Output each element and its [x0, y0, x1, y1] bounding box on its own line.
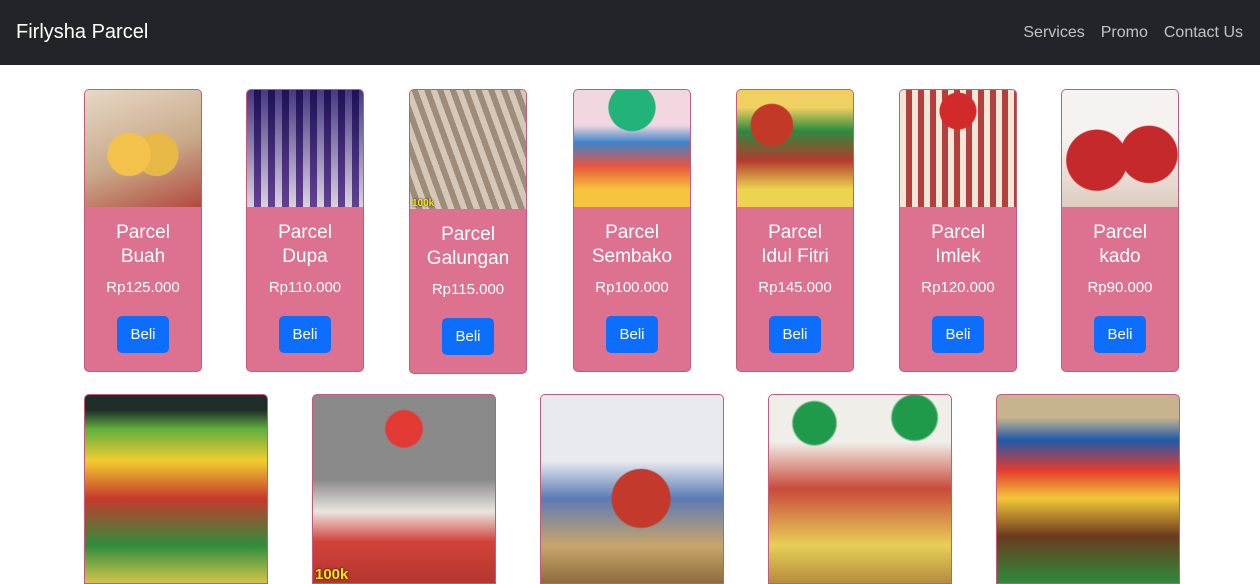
- product-title-line2: Galungan: [426, 248, 510, 269]
- buy-button[interactable]: Beli: [279, 316, 331, 353]
- product-title-line1: Parcel: [278, 222, 332, 243]
- product-card-idul-fitri: Parcel Idul Fitri Rp145.000 Beli: [736, 89, 854, 372]
- product-price: Rp90.000: [1087, 279, 1153, 296]
- product-title-line1: Parcel: [116, 222, 170, 243]
- price-badge: 100k: [315, 566, 349, 583]
- navbar: Firlysha Parcel Services Promo Contact U…: [0, 0, 1260, 65]
- product-image: [247, 90, 363, 207]
- product-price: Rp110.000: [268, 279, 342, 296]
- product-title: Parcel Galungan: [410, 223, 526, 271]
- gallery-image[interactable]: [84, 394, 268, 584]
- product-title: Parcel kado: [1062, 221, 1178, 269]
- buy-button[interactable]: Beli: [442, 318, 494, 355]
- product-image: [85, 90, 201, 207]
- product-price: Rp125.000: [106, 279, 180, 296]
- product-image: 100k: [410, 90, 526, 209]
- gallery-image[interactable]: 100k: [312, 394, 496, 584]
- product-title-line2: Idul Fitri: [761, 246, 829, 267]
- product-title: Parcel Buah: [85, 221, 201, 269]
- product-image: [737, 90, 853, 207]
- product-card-imlek: Parcel Imlek Rp120.000 Beli: [899, 89, 1017, 372]
- product-image: [1062, 90, 1178, 207]
- product-title-line2: Imlek: [935, 246, 981, 267]
- product-price: Rp100.000: [595, 279, 669, 296]
- product-title-line1: Parcel: [931, 222, 985, 243]
- brand-title[interactable]: Firlysha Parcel: [16, 21, 148, 44]
- product-title: Parcel Sembako: [574, 221, 690, 269]
- product-title-line1: Parcel: [605, 222, 659, 243]
- nav-link-contact-us[interactable]: Contact Us: [1164, 24, 1243, 42]
- product-title: Parcel Imlek: [900, 221, 1016, 269]
- product-image: [900, 90, 1016, 207]
- product-title-line2: Sembako: [591, 246, 673, 267]
- product-card-sembako: Parcel Sembako Rp100.000 Beli: [573, 89, 691, 372]
- gallery-image[interactable]: [996, 394, 1180, 584]
- buy-button[interactable]: Beli: [1094, 316, 1146, 353]
- product-price: Rp120.000: [921, 279, 995, 296]
- product-title-line1: Parcel: [1093, 222, 1147, 243]
- product-price: Rp145.000: [758, 279, 832, 296]
- product-card-dupa: Parcel Dupa Rp110.000 Beli: [246, 89, 364, 372]
- gallery-image[interactable]: [768, 394, 952, 584]
- product-image: [574, 90, 690, 207]
- nav-links: Services Promo Contact Us: [1023, 24, 1243, 42]
- product-title: Parcel Idul Fitri: [737, 221, 853, 269]
- buy-button[interactable]: Beli: [769, 316, 821, 353]
- product-price: Rp115.000: [431, 281, 505, 298]
- product-card-buah: Parcel Buah Rp125.000 Beli: [84, 89, 202, 372]
- nav-link-promo[interactable]: Promo: [1101, 24, 1148, 42]
- product-title: Parcel Dupa: [247, 221, 363, 269]
- price-badge: 100k: [412, 198, 435, 209]
- product-title-line2: Buah: [120, 246, 166, 267]
- product-title-line2: Dupa: [282, 246, 328, 267]
- product-title-line1: Parcel: [768, 222, 822, 243]
- product-title-line2: kado: [1099, 246, 1141, 267]
- product-card-galungan: 100k Parcel Galungan Rp115.000 Beli: [409, 89, 527, 374]
- product-title-line1: Parcel: [441, 224, 495, 245]
- gallery-image[interactable]: [540, 394, 724, 584]
- buy-button[interactable]: Beli: [606, 316, 658, 353]
- buy-button[interactable]: Beli: [117, 316, 169, 353]
- product-card-kado: Parcel kado Rp90.000 Beli: [1061, 89, 1179, 372]
- buy-button[interactable]: Beli: [932, 316, 984, 353]
- nav-link-services[interactable]: Services: [1023, 24, 1084, 42]
